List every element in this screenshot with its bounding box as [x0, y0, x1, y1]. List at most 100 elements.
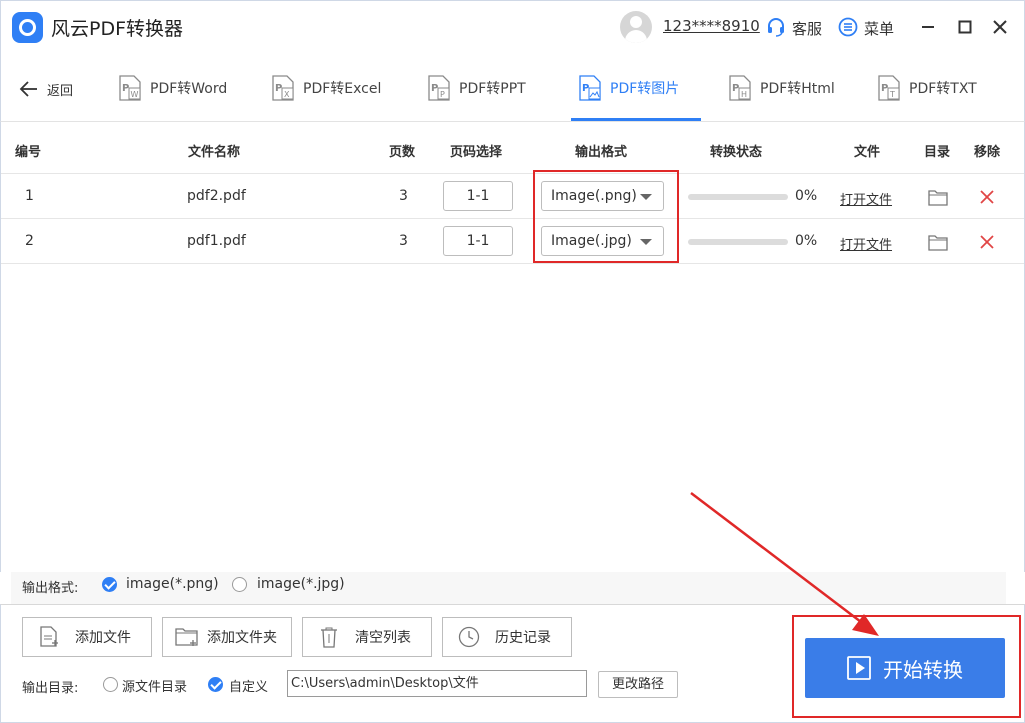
pdf-html-icon: P H	[729, 75, 751, 101]
svg-text:W: W	[131, 90, 139, 99]
header-name: 文件名称	[188, 145, 241, 160]
tab-pdf-to-excel[interactable]: P X PDF转Excel	[271, 70, 381, 106]
remove-icon[interactable]	[979, 189, 995, 205]
progress-bar	[688, 194, 788, 200]
header-status: 转换状态	[710, 145, 763, 160]
header-dir: 目录	[924, 145, 951, 160]
custom-dir-radio[interactable]	[208, 677, 223, 692]
start-convert-button[interactable]: 开始转换	[805, 638, 1005, 698]
file-name: pdf2.pdf	[187, 188, 246, 204]
arrow-left-icon	[19, 81, 37, 97]
tab-label: PDF转TXT	[909, 81, 977, 97]
table-row: 2 pdf1.pdf 3 1-1 Image(.jpg) 0% 打开文件	[1, 219, 1024, 264]
clear-list-button[interactable]: 清空列表	[302, 617, 432, 657]
svg-text:P: P	[732, 83, 739, 94]
svg-text:H: H	[741, 90, 747, 99]
open-file-link[interactable]: 打开文件	[840, 234, 892, 253]
menu-icon[interactable]	[838, 17, 858, 37]
maximize-icon[interactable]	[954, 16, 976, 38]
change-path-button[interactable]: 更改路径	[598, 671, 678, 698]
active-tab-indicator	[571, 118, 701, 121]
page-count: 3	[399, 188, 408, 204]
conversion-nav: 返回 P W PDF转Word P X PDF转Excel P P PDF转PP…	[0, 54, 1025, 122]
header-file: 文件	[854, 145, 881, 160]
clear-list-label: 清空列表	[355, 630, 411, 646]
start-convert-label: 开始转换	[883, 657, 963, 682]
svg-text:P: P	[881, 83, 888, 94]
row-index: 2	[25, 233, 34, 249]
pdf-ppt-icon: P P	[428, 75, 450, 101]
tab-pdf-to-txt[interactable]: P T PDF转TXT	[877, 70, 977, 106]
tab-pdf-to-html[interactable]: P H PDF转Html	[728, 70, 835, 106]
output-format-label: 输出格式:	[22, 581, 79, 596]
remove-icon[interactable]	[979, 234, 995, 250]
svg-text:X: X	[284, 90, 290, 99]
header-format: 输出格式	[575, 145, 628, 160]
add-folder-label: 添加文件夹	[207, 630, 277, 646]
format-highlight-box	[533, 170, 679, 263]
file-name: pdf1.pdf	[187, 233, 246, 249]
table-row: 1 pdf2.pdf 3 1-1 Image(.png) 0% 打开文件	[1, 174, 1024, 219]
minimize-icon[interactable]	[917, 16, 939, 38]
pdf-txt-icon: P T	[878, 75, 900, 101]
menu-button[interactable]: 菜单	[864, 18, 894, 39]
trash-icon	[321, 627, 337, 648]
play-icon	[847, 656, 871, 680]
svg-text:P: P	[122, 83, 129, 94]
app-title: 风云PDF转换器	[51, 18, 184, 40]
output-dir-label: 输出目录:	[22, 681, 79, 696]
tab-label: PDF转Html	[760, 81, 835, 97]
pdf-word-icon: P W	[119, 75, 141, 101]
folder-icon[interactable]	[928, 189, 948, 206]
back-button[interactable]: 返回	[19, 78, 73, 100]
svg-text:P: P	[582, 83, 589, 94]
folder-icon[interactable]	[928, 234, 948, 251]
add-file-icon	[40, 626, 58, 647]
user-account-link[interactable]: 123****8910	[663, 17, 760, 35]
pdf-image-icon: P	[579, 75, 601, 101]
tab-label: PDF转Excel	[303, 81, 382, 97]
source-dir-label[interactable]: 源文件目录	[122, 676, 187, 695]
service-button[interactable]: 客服	[792, 18, 822, 39]
tab-label: PDF转PPT	[459, 81, 526, 97]
progress-percent: 0%	[795, 233, 818, 249]
progress-percent: 0%	[795, 188, 818, 204]
tab-label: PDF转图片	[610, 81, 680, 97]
open-file-link[interactable]: 打开文件	[840, 189, 892, 208]
app-logo-icon	[12, 12, 43, 43]
clock-icon	[458, 626, 480, 648]
output-path-input[interactable]: C:\Users\admin\Desktop\文件	[287, 670, 587, 697]
user-avatar[interactable]	[620, 11, 652, 43]
svg-text:T: T	[889, 90, 895, 99]
page-range-input[interactable]: 1-1	[443, 181, 513, 211]
progress-bar	[688, 239, 788, 245]
format-png-label[interactable]: image(*.png)	[126, 576, 219, 592]
format-png-radio[interactable]	[102, 577, 117, 592]
format-jpg-radio[interactable]	[232, 577, 247, 592]
page-range-input[interactable]: 1-1	[443, 226, 513, 256]
history-button[interactable]: 历史记录	[442, 617, 572, 657]
header-page-select: 页码选择	[450, 145, 503, 160]
format-jpg-label[interactable]: image(*.jpg)	[257, 576, 345, 592]
custom-dir-label[interactable]: 自定义	[229, 676, 268, 695]
header-remove: 移除	[974, 145, 1001, 160]
file-table: 编号 文件名称 页数 页码选择 输出格式 转换状态 文件 目录 移除 1 pdf…	[0, 122, 1025, 572]
svg-text:P: P	[431, 83, 438, 94]
tab-pdf-to-image[interactable]: P PDF转图片	[578, 70, 679, 106]
header-index: 编号	[15, 145, 42, 160]
output-format-panel: 输出格式: image(*.png) image(*.jpg)	[11, 572, 1006, 604]
svg-text:P: P	[275, 83, 282, 94]
tab-pdf-to-word[interactable]: P W PDF转Word	[118, 70, 227, 106]
headset-icon[interactable]	[766, 17, 786, 37]
tab-pdf-to-ppt[interactable]: P P PDF转PPT	[427, 70, 526, 106]
header-pages: 页数	[389, 145, 416, 160]
add-folder-button[interactable]: 添加文件夹	[162, 617, 292, 657]
add-file-button[interactable]: 添加文件	[22, 617, 152, 657]
table-header: 编号 文件名称 页数 页码选择 输出格式 转换状态 文件 目录 移除	[1, 122, 1024, 174]
add-file-label: 添加文件	[75, 630, 131, 646]
output-format-bar: 输出格式: image(*.png) image(*.jpg)	[1, 572, 1024, 604]
close-icon[interactable]	[989, 16, 1011, 38]
bottom-panel: 添加文件 添加文件夹 清空列表 历史记录 输出目录: 源文件目录 自定义 C:\…	[0, 604, 1025, 723]
source-dir-radio[interactable]	[103, 677, 118, 692]
svg-text:P: P	[440, 90, 445, 99]
